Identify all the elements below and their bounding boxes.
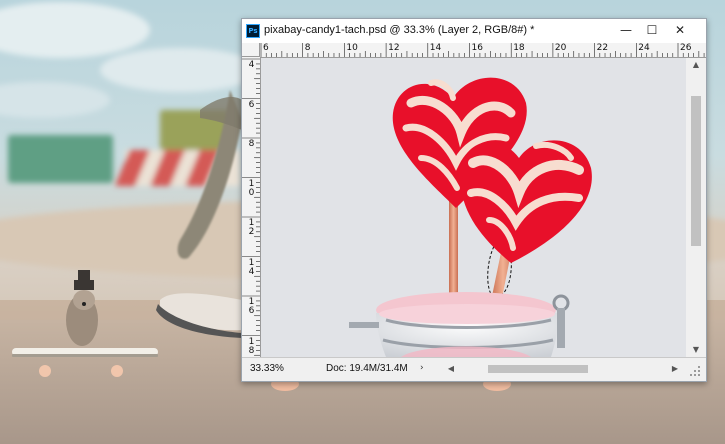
horizontal-ruler-label: 26 bbox=[680, 43, 692, 53]
photoshop-document-window[interactable]: Ps pixabay-candy1-tach.psd @ 33.3% (Laye… bbox=[241, 18, 707, 382]
maximize-button[interactable]: ☐ bbox=[640, 21, 664, 39]
vertical-ruler-label: 16 bbox=[248, 297, 255, 316]
lollipop-image bbox=[261, 58, 686, 357]
document-size-info: Doc: 19.4M/31.4M bbox=[326, 363, 408, 374]
horizontal-ruler-label: 12 bbox=[388, 43, 400, 53]
vertical-ruler-label: 8 bbox=[248, 139, 255, 149]
photoshop-icon: Ps bbox=[246, 24, 260, 38]
status-bar: 33.33% Doc: 19.4M/31.4M › ◀ ▶ bbox=[242, 357, 706, 381]
horizontal-ruler-label: 18 bbox=[513, 43, 525, 53]
horizontal-scrollbar[interactable]: ◀ ▶ bbox=[444, 362, 682, 376]
document-canvas[interactable] bbox=[261, 58, 686, 357]
horizontal-ruler-label: 14 bbox=[429, 43, 442, 53]
horizontal-scroll-thumb[interactable] bbox=[488, 365, 588, 373]
horizontal-ruler-label: 16 bbox=[471, 43, 483, 53]
vertical-ruler-label: 10 bbox=[248, 178, 255, 198]
scroll-right-arrow-icon[interactable]: ▶ bbox=[668, 362, 682, 376]
resize-grip-icon[interactable] bbox=[688, 364, 702, 378]
vertical-ruler-label: 18 bbox=[248, 336, 255, 356]
scroll-left-arrow-icon[interactable]: ◀ bbox=[444, 362, 458, 376]
status-menu-arrow-icon[interactable]: › bbox=[420, 363, 424, 373]
horizontal-ruler-label: 6 bbox=[263, 43, 269, 53]
scroll-up-arrow-icon[interactable]: ▲ bbox=[686, 58, 706, 72]
vertical-ruler[interactable]: 4 6 8 10 12 14 16 18 bbox=[242, 57, 261, 357]
vertical-ruler-label: 14 bbox=[248, 257, 255, 277]
vertical-ruler-label: 12 bbox=[248, 218, 255, 237]
horizontal-ruler-label: 10 bbox=[346, 43, 358, 53]
ruler-origin[interactable] bbox=[242, 43, 260, 57]
horizontal-ruler-label: 22 bbox=[596, 43, 609, 53]
document-titlebar[interactable]: Ps pixabay-candy1-tach.psd @ 33.3% (Laye… bbox=[242, 19, 706, 43]
vertical-ruler-label: 4 bbox=[248, 60, 255, 70]
vertical-ruler-label: 6 bbox=[248, 99, 255, 110]
horizontal-ruler-label: 20 bbox=[554, 43, 567, 53]
vertical-scroll-thumb[interactable] bbox=[691, 96, 701, 246]
horizontal-ruler[interactable]: 6 8 10 12 14 16 18 20 22 24 26 bbox=[260, 43, 706, 58]
scroll-down-arrow-icon[interactable]: ▼ bbox=[686, 343, 706, 357]
horizontal-ruler-label: 8 bbox=[304, 43, 311, 53]
document-title: pixabay-candy1-tach.psd @ 33.3% (Layer 2… bbox=[264, 24, 535, 36]
vertical-scrollbar[interactable]: ▲ ▼ bbox=[686, 58, 706, 357]
minimize-button[interactable]: — bbox=[614, 21, 638, 39]
close-button[interactable]: ✕ bbox=[668, 21, 692, 39]
horizontal-ruler-label: 24 bbox=[638, 43, 650, 53]
zoom-level-field[interactable]: 33.33% bbox=[250, 363, 284, 374]
